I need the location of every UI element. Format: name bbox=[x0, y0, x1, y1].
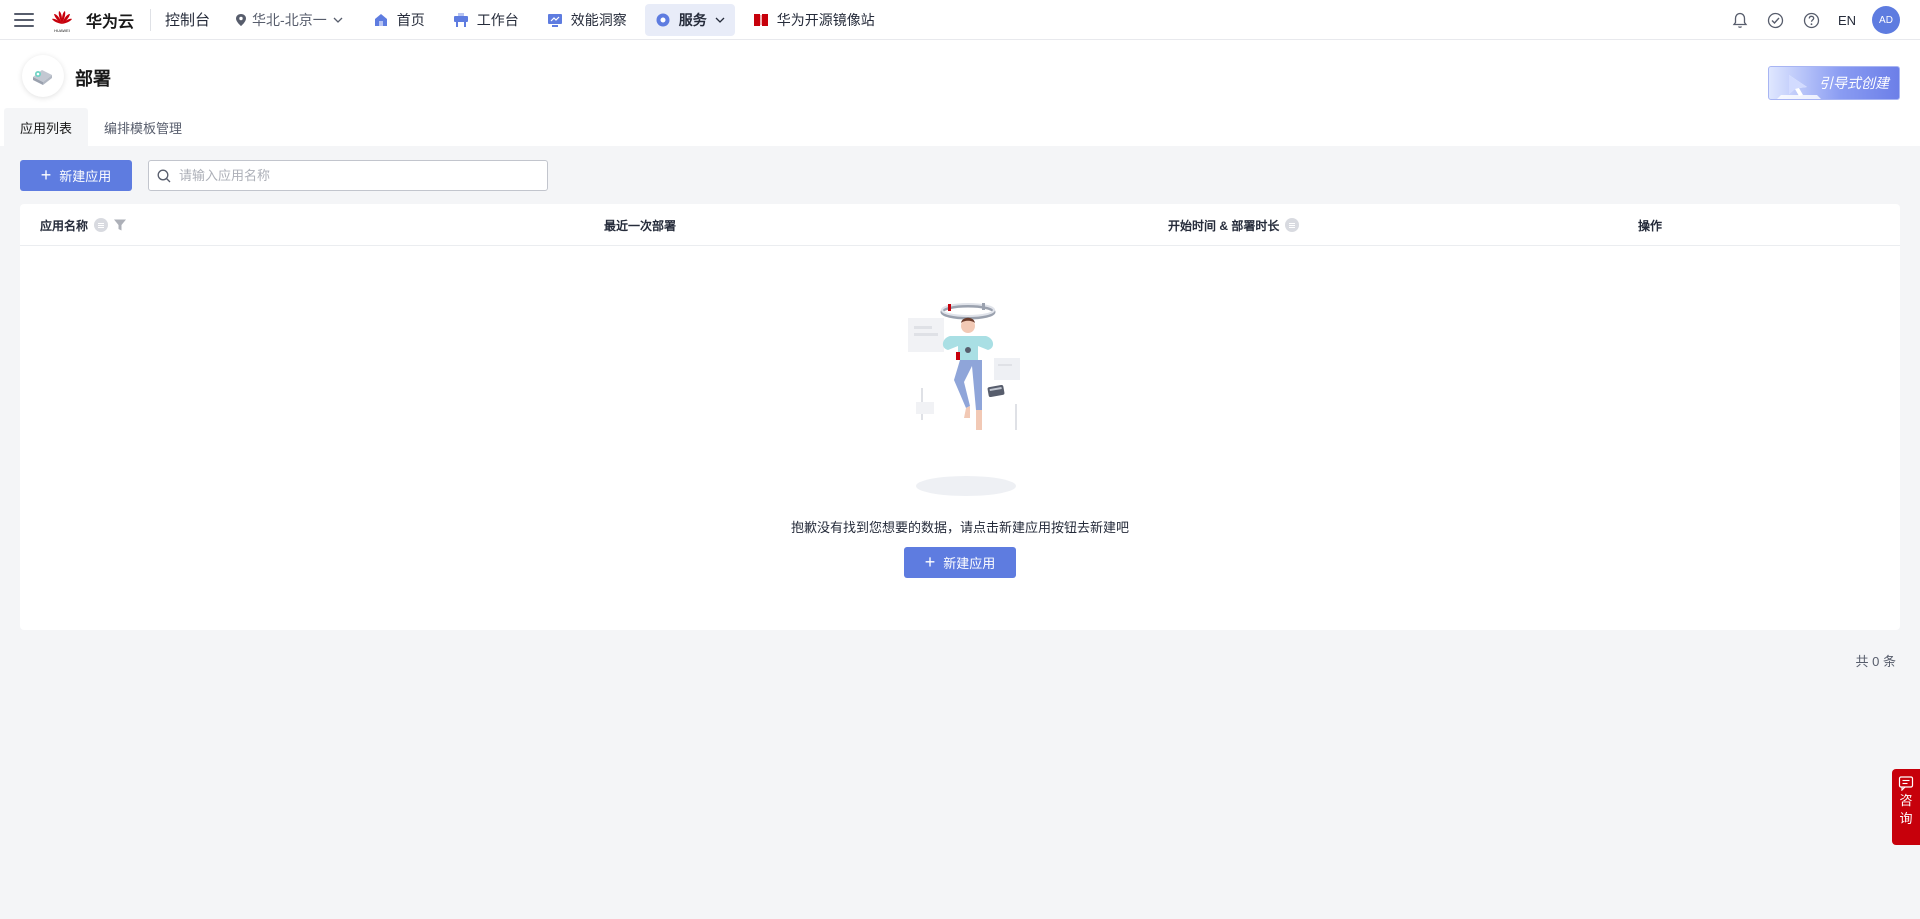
search-box bbox=[148, 160, 548, 191]
tab-app-list[interactable]: 应用列表 bbox=[4, 108, 89, 146]
sort-icon[interactable] bbox=[94, 218, 109, 232]
column-app-name: 应用名称 bbox=[40, 204, 127, 246]
nav-divider bbox=[150, 8, 152, 31]
language-switch[interactable]: EN bbox=[1838, 13, 1856, 28]
guided-create-button[interactable]: 引导式创建 bbox=[1768, 66, 1900, 100]
region-label: 华北-北京一 bbox=[252, 11, 327, 28]
menu-icon[interactable] bbox=[14, 12, 34, 27]
guided-create-label: 引导式创建 bbox=[1819, 75, 1889, 91]
location-pin-icon bbox=[236, 13, 247, 26]
search-input[interactable] bbox=[179, 168, 519, 183]
avatar[interactable]: AD bbox=[1872, 6, 1900, 34]
nav-item-insight[interactable]: 效能洞察 bbox=[537, 4, 637, 36]
region-selector[interactable]: 华北-北京一 bbox=[236, 10, 343, 30]
workbench-icon bbox=[453, 12, 468, 27]
service-icon bbox=[656, 13, 670, 26]
empty-state-text: 抱歉没有找到您想要的数据，请点击新建应用按钮去新建吧 bbox=[790, 520, 1129, 535]
empty-state-illustration bbox=[908, 303, 1020, 496]
pagination-total: 共 0 条 bbox=[1855, 654, 1896, 669]
insight-icon bbox=[547, 13, 562, 27]
deploy-service-icon bbox=[22, 55, 64, 97]
consult-button[interactable]: 咨 询 bbox=[1892, 769, 1920, 845]
column-actions: 操作 bbox=[1638, 204, 1662, 246]
new-app-button[interactable]: + 新建应用 bbox=[20, 160, 132, 191]
nav-item-service-label: 服务 bbox=[678, 11, 707, 28]
consult-char-2: 询 bbox=[1899, 811, 1913, 826]
plus-icon: + bbox=[40, 164, 52, 185]
app-table: 应用名称 最近一次部署 开始时间 & 部署时长 操作 抱歉没有找到您想要的数据，… bbox=[20, 204, 1900, 630]
svg-text:HUAWEI: HUAWEI bbox=[54, 28, 70, 33]
column-start-duration: 开始时间 & 部署时长 bbox=[1168, 204, 1300, 246]
home-icon bbox=[374, 13, 387, 26]
nav-item-mirror-label: 华为开源镜像站 bbox=[776, 11, 875, 28]
filter-icon[interactable] bbox=[114, 219, 127, 231]
search-icon bbox=[157, 169, 171, 182]
tab-bar: 应用列表 编排模板管理 bbox=[4, 108, 198, 146]
empty-new-app-label: 新建应用 bbox=[943, 556, 996, 571]
sort-icon[interactable] bbox=[1285, 218, 1300, 232]
brand-name: 华为云 bbox=[86, 13, 135, 31]
new-app-label: 新建应用 bbox=[59, 169, 112, 184]
column-start-duration-label: 开始时间 & 部署时长 bbox=[1168, 218, 1280, 233]
bell-icon[interactable] bbox=[1730, 10, 1750, 30]
help-icon[interactable] bbox=[1802, 10, 1822, 30]
tab-template-management[interactable]: 编排模板管理 bbox=[88, 108, 198, 146]
nav-item-service[interactable]: 服务 bbox=[644, 3, 735, 36]
nav-item-home-label: 首页 bbox=[396, 11, 425, 28]
guide-arrow-icon bbox=[1777, 75, 1821, 99]
page-title: 部署 bbox=[75, 69, 111, 89]
chevron-down-icon bbox=[333, 17, 343, 23]
column-actions-label: 操作 bbox=[1638, 218, 1663, 233]
table-header: 应用名称 最近一次部署 开始时间 & 部署时长 操作 bbox=[20, 204, 1900, 246]
huawei-cloud-logo[interactable]: HUAWEI 华为云 bbox=[48, 6, 134, 34]
column-last-deploy: 最近一次部署 bbox=[604, 204, 676, 246]
nav-item-insight-label: 效能洞察 bbox=[570, 11, 627, 28]
page-header: 部署 引导式创建 应用列表 编排模板管理 bbox=[0, 40, 1920, 146]
plus-icon: + bbox=[924, 551, 936, 572]
console-link[interactable]: 控制台 bbox=[165, 9, 210, 30]
mirror-icon bbox=[753, 13, 768, 26]
nav-item-mirror[interactable]: 华为开源镜像站 bbox=[743, 4, 885, 36]
nav-item-workbench-label: 工作台 bbox=[476, 11, 519, 28]
column-app-name-label: 应用名称 bbox=[40, 218, 89, 233]
nav-item-workbench[interactable]: 工作台 bbox=[443, 4, 529, 36]
chevron-down-icon bbox=[715, 17, 725, 23]
consult-char-1: 咨 bbox=[1899, 793, 1913, 808]
empty-new-app-button[interactable]: + 新建应用 bbox=[904, 547, 1016, 578]
top-navbar: HUAWEI 华为云 控制台 华北-北京一 首页 工作台 效能洞察 服务 华为开… bbox=[0, 0, 1920, 40]
column-last-deploy-label: 最近一次部署 bbox=[604, 218, 677, 233]
chat-icon bbox=[1898, 776, 1914, 791]
huawei-logo-icon: HUAWEI bbox=[52, 10, 72, 33]
task-check-icon[interactable] bbox=[1766, 10, 1786, 30]
nav-item-home[interactable]: 首页 bbox=[363, 4, 435, 36]
